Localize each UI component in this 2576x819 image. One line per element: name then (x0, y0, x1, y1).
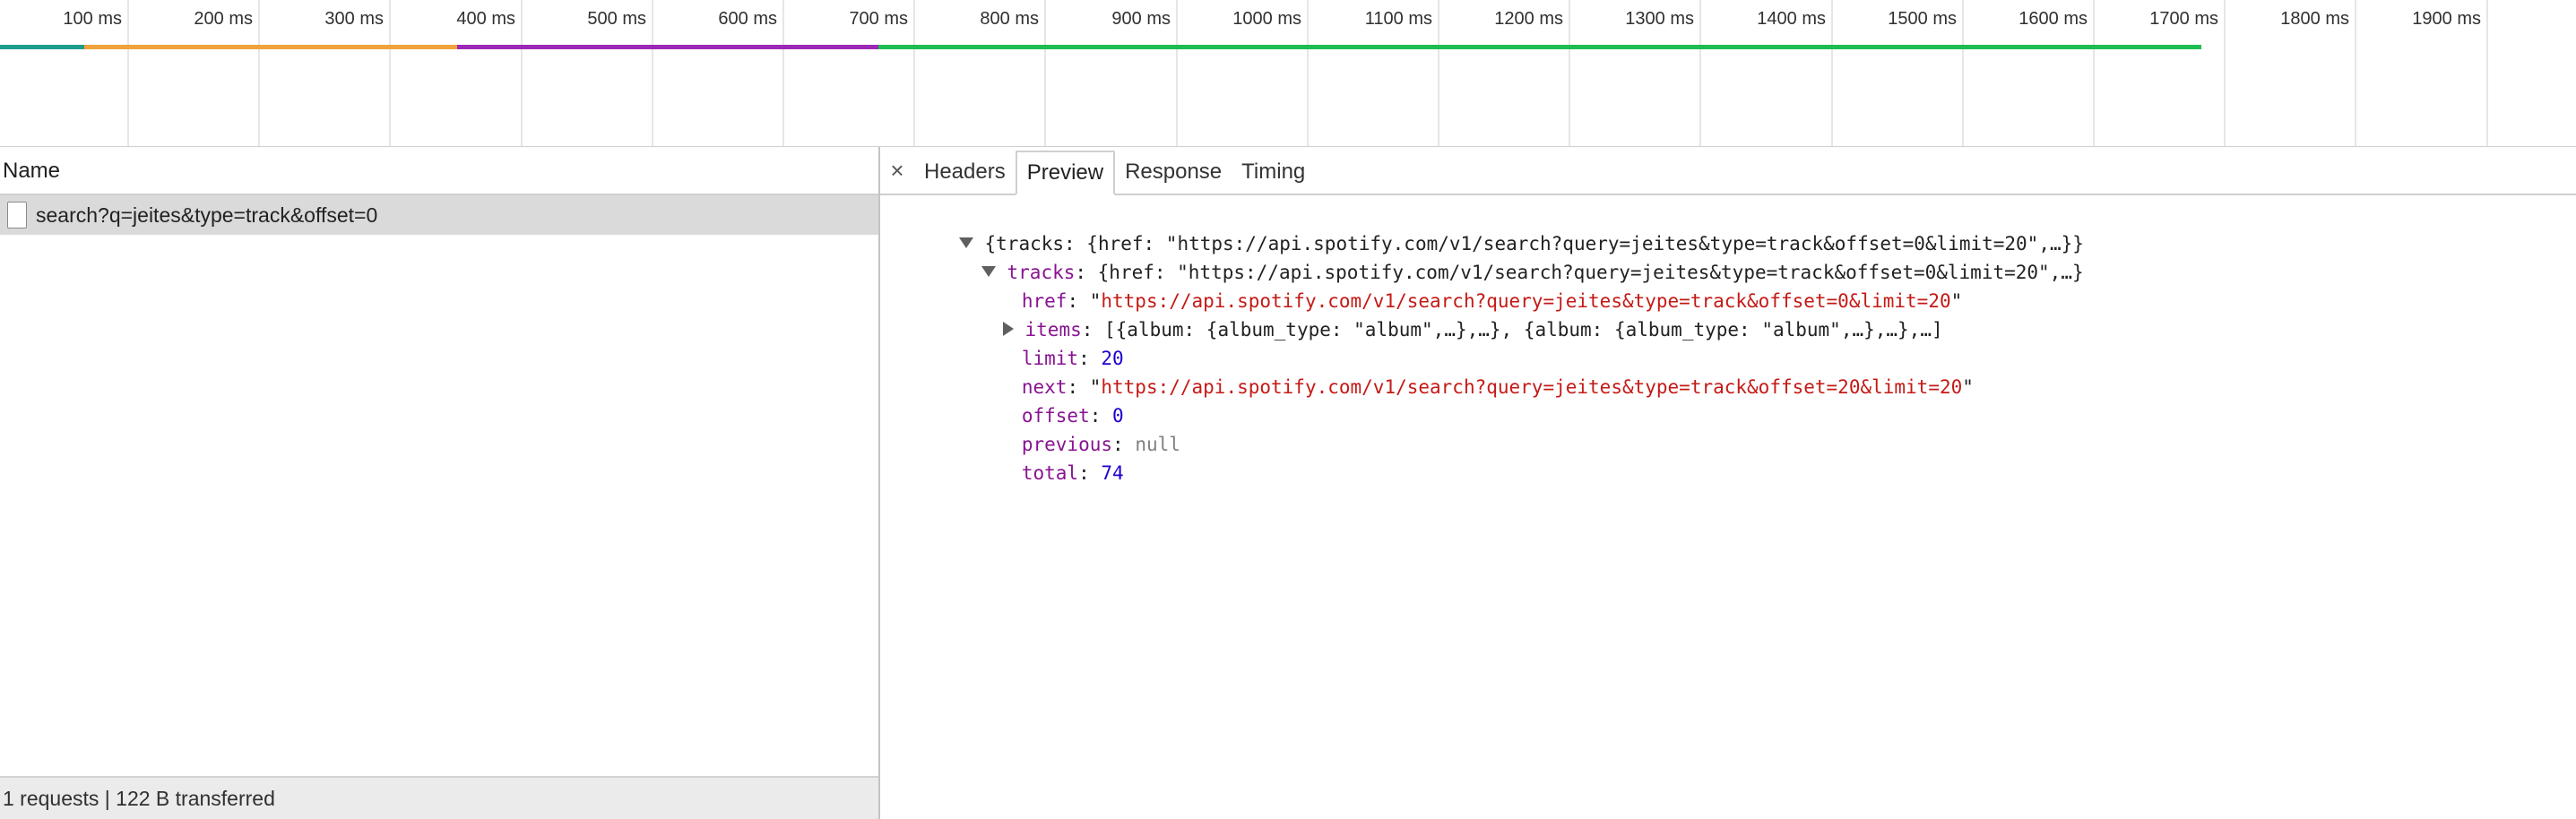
timeline-tick-label: 600 ms (718, 9, 777, 29)
timeline-tick-label: 500 ms (587, 9, 646, 29)
timeline-gridline (2355, 0, 2356, 146)
json-limit-line: limit: 20 (1021, 348, 1124, 369)
timeline-tick-label: 1600 ms (2018, 9, 2088, 29)
json-previous-line: previous: null (1021, 434, 1180, 455)
timeline-gridline (1438, 0, 1439, 146)
timeline-gridline (1699, 0, 1701, 146)
timeline-tick-label: 1000 ms (1232, 9, 1301, 29)
document-icon (7, 202, 27, 228)
request-row[interactable]: search?q=jeites&type=track&offset=0 (0, 195, 878, 235)
timeline-gridline (2224, 0, 2226, 146)
timeline-gridline (1044, 0, 1046, 146)
json-items-line[interactable]: items: [{album: {album_type: "album",…},… (880, 287, 2576, 341)
timeline-gridline (1569, 0, 1570, 146)
timeline-phase-download (878, 45, 2201, 49)
requests-panel: Name search?q=jeites&type=track&offset=0… (0, 147, 880, 819)
json-next-line: next: "https://api.spotify.com/v1/search… (1021, 376, 1974, 398)
request-name: search?q=jeites&type=track&offset=0 (36, 203, 378, 227)
timeline-tick-label: 300 ms (324, 9, 384, 29)
timeline-gridline (1831, 0, 1833, 146)
timeline-phase-stalled (0, 45, 84, 49)
timeline-tick-label: 1300 ms (1625, 9, 1694, 29)
timeline-tick-label: 700 ms (849, 9, 908, 29)
timeline-tick-label: 900 ms (1111, 9, 1171, 29)
tab-preview[interactable]: Preview (1015, 151, 1116, 195)
json-href-line: href: "https://api.spotify.com/v1/search… (1021, 290, 1963, 312)
timeline-tick-label: 1800 ms (2280, 9, 2349, 29)
timeline-gridline (2486, 0, 2488, 146)
timeline-tick-label: 800 ms (980, 9, 1039, 29)
json-offset-line: offset: 0 (1021, 405, 1124, 427)
timeline-gridline (389, 0, 391, 146)
timeline-phase-connecting (84, 45, 457, 49)
close-icon[interactable]: × (880, 147, 914, 194)
timeline-tick-label: 1200 ms (1494, 9, 1563, 29)
timeline-gridline (521, 0, 523, 146)
json-tracks-line[interactable]: tracks: {href: "https://api.spotify.com/… (880, 229, 2576, 283)
tab-headers[interactable]: Headers (914, 151, 1016, 194)
json-value-total: 74 (1101, 462, 1124, 484)
request-detail-panel: × Headers Preview Response Timing {track… (880, 147, 2576, 819)
timeline-gridline (1176, 0, 1178, 146)
json-total-line: total: 74 (1021, 462, 1124, 484)
timeline-gridline (652, 0, 653, 146)
timeline-gridline (782, 0, 784, 146)
tab-timing[interactable]: Timing (1232, 151, 1315, 194)
json-preview-tree: {tracks: {href: "https://api.spotify.com… (880, 195, 2576, 484)
timeline-gridline (258, 0, 260, 146)
detail-tab-bar: × Headers Preview Response Timing (880, 147, 2576, 195)
timeline-tick-label: 1400 ms (1757, 9, 1826, 29)
timeline-gridline (1962, 0, 1964, 146)
timeline-phase-waiting (457, 45, 878, 49)
timeline-tick-label: 1900 ms (2412, 9, 2481, 29)
timeline-gridline (913, 0, 915, 146)
timeline-overview[interactable]: 100 ms 200 ms 300 ms 400 ms 500 ms 600 ms 700 … (0, 0, 2576, 148)
timeline-gridline (1307, 0, 1309, 146)
json-root-line[interactable]: {tracks: {href: "https://api.spotify.com… (880, 201, 2576, 254)
timeline-tick-label: 400 ms (456, 9, 515, 29)
timeline-tick-label: 1100 ms (1364, 9, 1432, 29)
timeline-tick-label: 100 ms (63, 9, 122, 29)
timeline-gridline (127, 0, 129, 146)
name-column-header[interactable]: Name (0, 147, 878, 195)
tab-response[interactable]: Response (1115, 151, 1232, 194)
timeline-gridline (2093, 0, 2095, 146)
timeline-tick-label: 1700 ms (2149, 9, 2218, 29)
status-bar-summary: 1 requests | 122 B transferred (0, 776, 878, 819)
timeline-tick-label: 1500 ms (1888, 9, 1957, 29)
json-key-total: total (1021, 462, 1079, 484)
timeline-tick-label: 200 ms (194, 9, 253, 29)
